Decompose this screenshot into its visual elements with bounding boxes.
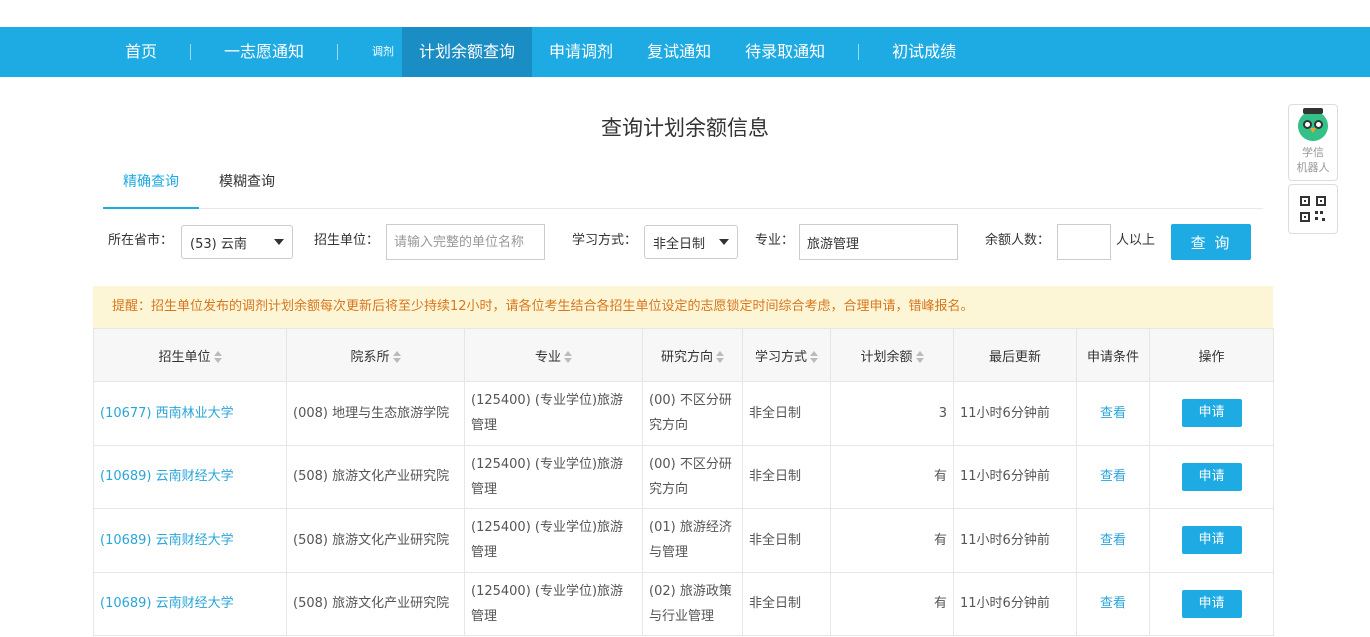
col-header-condition: 申请条件 <box>1076 328 1150 382</box>
filter-bar: 所在省市： (53) 云南 招生单位： 学习方式： 非全日制 专业： 余额人数：… <box>108 224 1268 260</box>
quota-label: 余额人数： <box>985 233 1051 248</box>
nav-item-first-choice[interactable]: 一志愿通知 <box>207 27 321 77</box>
apply-button[interactable]: 申请 <box>1181 526 1242 555</box>
owl-robot-icon <box>1298 108 1328 141</box>
study-mode-value: 非全日制 <box>653 236 706 252</box>
query-tabs: 精确查询 模糊查询 <box>103 166 1263 209</box>
unit-link[interactable]: (10677) 西南林业大学 <box>100 406 234 421</box>
col-header-dept[interactable]: 院系所 <box>286 328 465 382</box>
quota-cell: 有 <box>830 571 954 636</box>
nav-item-quota-query[interactable]: 计划余额查询 <box>402 27 533 77</box>
province-value: (53) 云南 <box>190 236 247 252</box>
quota-cell: 3 <box>830 381 954 446</box>
table-row: (10689) 云南财经大学 (508) 旅游文化产业研究院 (125400) … <box>93 571 1274 636</box>
dept-cell: (508) 旅游文化产业研究院 <box>286 571 465 636</box>
apply-button[interactable]: 申请 <box>1181 589 1242 618</box>
sort-icon <box>810 351 818 363</box>
sort-icon <box>915 351 924 363</box>
quota-cell: 有 <box>830 508 954 573</box>
col-header-unit[interactable]: 招生单位 <box>93 328 287 382</box>
updated-cell: 11小时6分钟前 <box>953 508 1077 573</box>
col-header-mode[interactable]: 学习方式 <box>742 328 831 382</box>
tab-fuzzy-query[interactable]: 模糊查询 <box>199 166 295 209</box>
col-header-direction[interactable]: 研究方向 <box>642 328 743 382</box>
major-input[interactable] <box>799 224 958 260</box>
table-row: (10689) 云南财经大学 (508) 旅游文化产业研究院 (125400) … <box>93 444 1274 509</box>
nav-item-adjust[interactable]: 调剂 <box>354 27 402 77</box>
mode-cell: 非全日制 <box>742 381 831 446</box>
unit-input[interactable] <box>386 224 545 260</box>
table-row: (10677) 西南林业大学 (008) 地理与生态旅游学院 (125400) … <box>93 381 1274 446</box>
view-condition-link[interactable]: 查看 <box>1100 533 1126 548</box>
sort-icon <box>716 351 724 363</box>
chevron-down-icon <box>274 239 284 245</box>
updated-cell: 11小时6分钟前 <box>953 381 1077 446</box>
nav-item-initial-score[interactable]: 初试成绩 <box>875 27 973 77</box>
direction-cell: (02) 旅游政策与行业管理 <box>642 571 743 636</box>
tab-exact-query[interactable]: 精确查询 <box>103 166 199 209</box>
quota-input[interactable] <box>1057 224 1111 260</box>
major-cell: (125400) (专业学位)旅游管理 <box>464 508 643 573</box>
nav-item-apply-adjust[interactable]: 申请调剂 <box>532 27 630 77</box>
dept-cell: (008) 地理与生态旅游学院 <box>286 381 465 446</box>
updated-cell: 11小时6分钟前 <box>953 571 1077 636</box>
page-title: 查询计划余额信息 <box>601 116 769 140</box>
study-mode-label: 学习方式： <box>572 233 638 248</box>
chevron-down-icon <box>719 239 729 245</box>
view-condition-link[interactable]: 查看 <box>1100 469 1126 484</box>
major-cell: (125400) (专业学位)旅游管理 <box>464 381 643 446</box>
apply-button[interactable]: 申请 <box>1181 462 1242 491</box>
view-condition-link[interactable]: 查看 <box>1100 406 1126 421</box>
direction-cell: (00) 不区分研究方向 <box>642 444 743 509</box>
nav-item-admission-notice[interactable]: 待录取通知 <box>728 27 842 77</box>
updated-cell: 11小时6分钟前 <box>953 444 1077 509</box>
sort-icon <box>392 351 401 363</box>
quota-suffix: 人以上 <box>1116 233 1156 248</box>
nav-separator <box>858 44 860 60</box>
table-row: (10689) 云南财经大学 (508) 旅游文化产业研究院 (125400) … <box>93 508 1274 573</box>
unit-label: 招生单位： <box>314 233 380 248</box>
col-header-action: 操作 <box>1149 328 1274 382</box>
robot-label: 学信 机器人 <box>1296 146 1330 174</box>
col-header-quota[interactable]: 计划余额 <box>830 328 954 382</box>
nav-separator <box>190 44 192 60</box>
top-nav: 首页 一志愿通知 调剂 计划余额查询 申请调剂 复试通知 待录取通知 初试成绩 <box>0 27 1370 77</box>
search-button[interactable]: 查 询 <box>1171 224 1251 260</box>
mode-cell: 非全日制 <box>742 508 831 573</box>
col-header-major[interactable]: 专业 <box>464 328 643 382</box>
major-label: 专业： <box>755 233 795 248</box>
province-label: 所在省市： <box>108 233 174 248</box>
nav-item-retest-notice[interactable]: 复试通知 <box>630 27 728 77</box>
notice-banner: 提醒：招生单位发布的调剂计划余额每次更新后将至少持续12小时，请各位考生结合各招… <box>93 286 1273 328</box>
unit-link[interactable]: (10689) 云南财经大学 <box>100 469 234 484</box>
mode-cell: 非全日制 <box>742 444 831 509</box>
unit-link[interactable]: (10689) 云南财经大学 <box>100 533 234 548</box>
qr-code-widget[interactable] <box>1288 184 1338 234</box>
mode-cell: 非全日制 <box>742 571 831 636</box>
dept-cell: (508) 旅游文化产业研究院 <box>286 508 465 573</box>
sort-icon <box>213 351 222 363</box>
quota-cell: 有 <box>830 444 954 509</box>
apply-button[interactable]: 申请 <box>1181 399 1242 428</box>
major-cell: (125400) (专业学位)旅游管理 <box>464 444 643 509</box>
col-header-updated: 最后更新 <box>953 328 1077 382</box>
major-cell: (125400) (专业学位)旅游管理 <box>464 571 643 636</box>
results-table: 招生单位 院系所 专业 研究方向 学习方式 计划余额 最后更新 申请条件 操作 … <box>93 328 1274 636</box>
robot-assistant-widget[interactable]: 学信 机器人 <box>1288 104 1338 181</box>
sort-icon <box>564 351 572 363</box>
study-mode-select[interactable]: 非全日制 <box>644 225 738 259</box>
qr-code-icon <box>1300 196 1326 222</box>
unit-link[interactable]: (10689) 云南财经大学 <box>100 596 234 611</box>
view-condition-link[interactable]: 查看 <box>1100 596 1126 611</box>
dept-cell: (508) 旅游文化产业研究院 <box>286 444 465 509</box>
nav-separator <box>337 44 339 60</box>
nav-item-home[interactable]: 首页 <box>108 27 174 77</box>
province-select[interactable]: (53) 云南 <box>181 225 293 259</box>
nav-items: 首页 一志愿通知 调剂 计划余额查询 申请调剂 复试通知 待录取通知 初试成绩 <box>108 27 973 77</box>
direction-cell: (00) 不区分研究方向 <box>642 381 743 446</box>
table-header-row: 招生单位 院系所 专业 研究方向 学习方式 计划余额 最后更新 申请条件 操作 <box>93 328 1274 382</box>
direction-cell: (01) 旅游经济与管理 <box>642 508 743 573</box>
